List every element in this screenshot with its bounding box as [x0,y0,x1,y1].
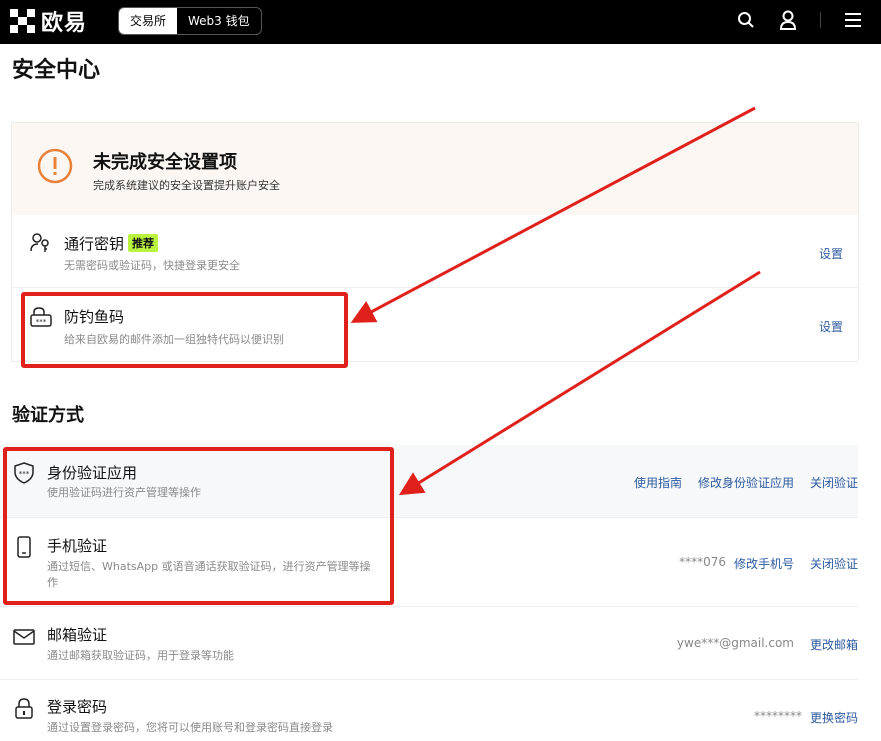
password-value: ******** [753,709,802,723]
verification-section-title: 验证方式 [12,405,84,426]
okx-logo-icon [10,8,35,34]
lock-icon [13,697,35,719]
banner-title: 未完成安全设置项 [93,152,237,173]
usage-guide-link[interactable]: 使用指南 [634,474,682,491]
change-email-link[interactable]: 更改邮箱 [810,636,858,653]
banner-subtitle: 完成系统建议的安全设置提升账户安全 [93,179,280,192]
password-subtitle: 通过设置登录密码，您将可以使用账号和登录密码直接登录 [47,721,333,734]
email-value: ywe***@gmail.com [676,636,794,650]
page-title: 安全中心 [12,58,101,83]
passkey-row: 通行密钥 推荐 无需密码或验证码，快捷登录更安全 设置 [12,215,858,287]
passkey-subtitle: 无需密码或验证码，快捷登录更安全 [64,259,240,272]
logo[interactable]: 欧易 [10,6,87,36]
topbar-divider [820,12,821,28]
email-verification-row: 邮箱验证 通过邮箱获取验证码，用于登录等功能 ywe***@gmail.com … [0,607,858,679]
mode-switcher: 交易所 Web3 钱包 [118,7,262,35]
incomplete-settings-banner: 未完成安全设置项 完成系统建议的安全设置提升账户安全 [12,123,858,215]
disable-phone-link[interactable]: 关闭验证 [810,555,858,572]
top-navigation-bar: 欧易 交易所 Web3 钱包 [0,0,881,44]
passkey-title: 通行密钥 推荐 [64,233,159,254]
passkey-icon [30,232,52,254]
tab-exchange[interactable]: 交易所 [119,8,178,34]
highlight-box-anti-phishing [21,292,348,368]
menu-icon[interactable] [843,10,863,30]
logo-text: 欧易 [41,11,88,36]
email-title: 邮箱验证 [47,626,108,644]
passkey-setup-link[interactable]: 设置 [819,245,843,262]
recommended-badge: 推荐 [128,234,159,252]
search-icon[interactable] [736,10,756,30]
highlight-box-verification [3,447,394,605]
anti-phishing-setup-link[interactable]: 设置 [819,318,843,335]
login-password-row: 登录密码 通过设置登录密码，您将可以使用账号和登录密码直接登录 ********… [0,680,858,741]
password-title: 登录密码 [47,698,108,716]
email-subtitle: 通过邮箱获取验证码，用于登录等功能 [47,649,234,662]
disable-authenticator-link[interactable]: 关闭验证 [810,474,858,491]
change-phone-link[interactable]: 修改手机号 [734,555,794,572]
phone-number-value: ****076 [679,555,726,569]
warning-icon [37,148,73,184]
mail-icon [13,626,35,648]
change-password-link[interactable]: 更换密码 [810,709,858,726]
tab-web3-wallet[interactable]: Web3 钱包 [177,8,261,34]
change-authenticator-link[interactable]: 修改身份验证应用 [698,474,794,491]
user-icon[interactable] [778,10,798,30]
